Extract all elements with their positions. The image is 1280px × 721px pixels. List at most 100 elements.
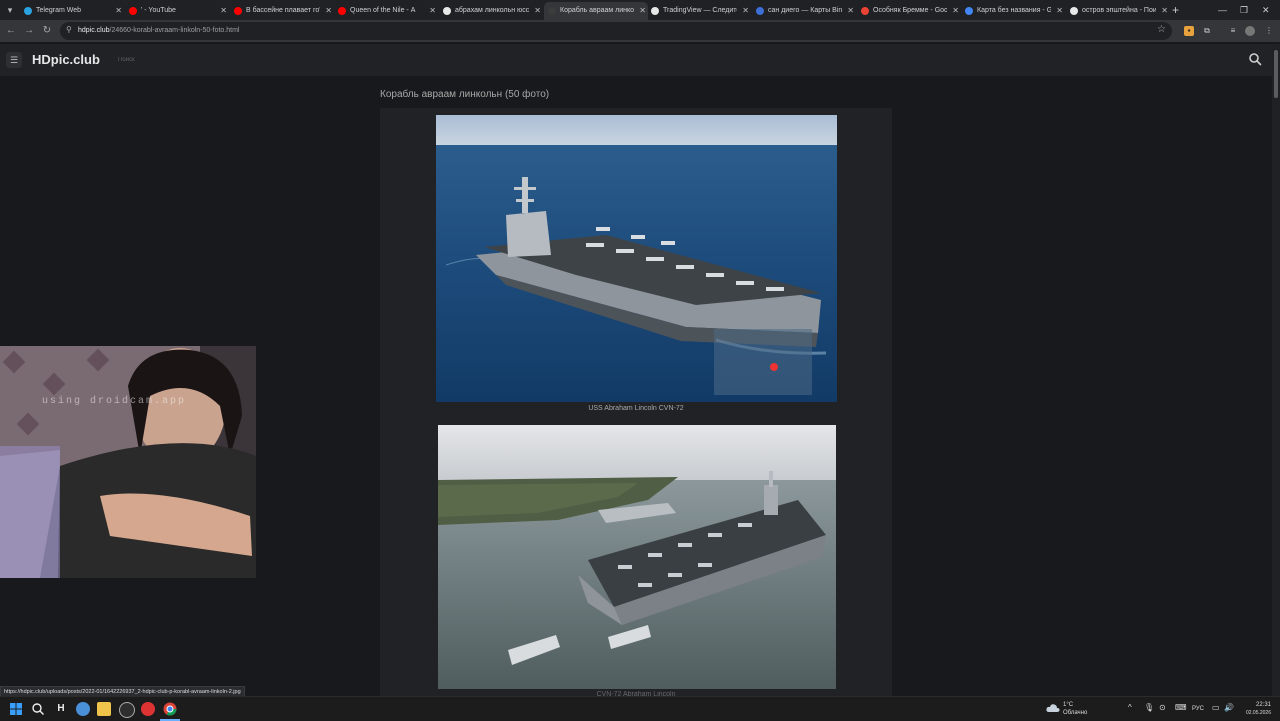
browser-tab[interactable]: Корабль авраам линкол ✕	[544, 2, 648, 20]
cursor-indicator	[770, 363, 778, 371]
widgets-icon[interactable]	[76, 702, 90, 716]
browser-tab[interactable]: Особняк Бремме - Goog ✕	[857, 2, 961, 20]
page-title: Корабль авраам линкольн (50 фото)	[380, 89, 550, 100]
tab-title: сан диего — Карты Bing	[768, 7, 842, 14]
recording-app-icon[interactable]	[141, 702, 155, 716]
site-logo[interactable]: HDpic.club	[32, 52, 100, 67]
tab-close-icon[interactable]: ✕	[429, 2, 436, 20]
url-text: hdpic.club/24660-korabl-avraam-linkoln-5…	[78, 27, 240, 34]
tab-close-icon[interactable]: ✕	[115, 2, 122, 20]
tab-favicon-icon	[651, 7, 659, 15]
address-bar[interactable]: ⚲ hdpic.club/24660-korabl-avraam-linkoln…	[60, 22, 1172, 40]
tab-title: В бассейне плавает го'н	[246, 7, 320, 14]
tab-favicon-icon	[129, 7, 137, 15]
browser-tab[interactable]: Queen of the Nile - А ✕	[334, 2, 438, 20]
tab-title: Карта без названия - Go	[977, 7, 1051, 14]
cloud-icon	[1046, 704, 1060, 712]
tab-title: остров эпштейна - Пои	[1082, 7, 1156, 14]
tab-close-icon[interactable]: ✕	[1161, 2, 1168, 20]
back-icon[interactable]: ←	[4, 24, 18, 38]
app-icon[interactable]	[119, 702, 135, 718]
extension-icon[interactable]: ▪	[1184, 26, 1194, 36]
keyboard-icon[interactable]: ⌨	[1175, 704, 1187, 712]
tab-close-icon[interactable]: ✕	[742, 2, 749, 20]
tab-close-icon[interactable]: ✕	[952, 2, 959, 20]
taskview-icon[interactable]: H	[54, 702, 68, 716]
menu-toggle-icon[interactable]: ☰	[6, 52, 22, 68]
scrollbar-thumb[interactable]	[1274, 50, 1278, 98]
aircraft-carrier-image	[436, 115, 837, 402]
tab-favicon-icon	[861, 7, 869, 15]
weather-temp: 1°C	[1063, 702, 1074, 708]
gallery-photo-2[interactable]	[438, 425, 836, 689]
file-explorer-icon[interactable]	[97, 702, 111, 716]
windows-start-icon[interactable]	[9, 702, 23, 716]
chrome-menu-icon[interactable]: ⋮	[1264, 26, 1274, 36]
windows-taskbar: H 1°C Облачно ^ 🎙 ⊙ ⌨ РУС ▭ 🔊 22:31 02.0…	[0, 696, 1280, 721]
site-info-icon[interactable]: ⚲	[66, 25, 72, 34]
profile-avatar[interactable]	[1245, 26, 1255, 36]
browser-tab[interactable]: абрахам линкольн юсс - ✕	[439, 2, 543, 20]
tab-favicon-icon	[1070, 7, 1078, 15]
page-scrollbar[interactable]	[1272, 44, 1280, 696]
taskbar-search-icon[interactable]	[31, 702, 45, 716]
tab-favicon-icon	[548, 7, 556, 15]
browser-tab[interactable]: сан диего — Карты Bing ✕	[752, 2, 856, 20]
clock-time: 22:31	[1255, 702, 1271, 708]
tab-title: Telegram Web	[36, 7, 82, 14]
media-controls-icon[interactable]: ≡	[1228, 26, 1238, 36]
clock-date: 02.05.2026	[1245, 710, 1271, 716]
browser-tab[interactable]: В бассейне плавает го'н ✕	[230, 2, 334, 20]
browser-toolbar: ← → ↻ ⚲ hdpic.club/24660-korabl-avraam-l…	[0, 20, 1280, 42]
weather-widget[interactable]: 1°C Облачно	[1063, 701, 1087, 717]
webcam-overlay: using droidcam.app	[0, 346, 256, 578]
tab-title: абрахам линкольн юсс -	[455, 7, 529, 14]
tab-title: TradingView — Следите	[663, 7, 737, 14]
browser-tab[interactable]: ' - YouTube ✕	[125, 2, 229, 20]
microphone-icon[interactable]: 🎙	[1144, 704, 1154, 712]
close-window-button[interactable]: ✕	[1262, 2, 1270, 18]
site-header: ☰ HDpic.club	[0, 44, 1272, 76]
tab-favicon-icon	[24, 7, 32, 15]
carrier-harbor-image	[438, 425, 836, 689]
search-icon[interactable]	[1248, 52, 1262, 66]
browser-tab[interactable]: остров эпштейна - Пои ✕	[1066, 2, 1170, 20]
browser-tab[interactable]: TradingView — Следите ✕	[647, 2, 751, 20]
tab-close-icon[interactable]: ✕	[534, 2, 541, 20]
tray-chevron-icon[interactable]: ^	[1128, 704, 1132, 712]
chrome-icon[interactable]	[163, 702, 177, 716]
webcam-feed-image	[0, 346, 256, 578]
forward-icon[interactable]: →	[22, 24, 36, 38]
browser-tab[interactable]: Карта без названия - Go ✕	[961, 2, 1065, 20]
reload-icon[interactable]: ↻	[40, 24, 54, 38]
clock[interactable]: 22:31 02.05.2026	[1241, 701, 1271, 717]
tab-search-icon[interactable]: ▾	[4, 4, 16, 16]
gallery-photo-1[interactable]	[436, 115, 837, 402]
tab-favicon-icon	[756, 7, 764, 15]
browser-tab[interactable]: Telegram Web ✕	[20, 2, 124, 20]
tab-close-icon[interactable]: ✕	[1056, 2, 1063, 20]
weather-desc: Облачно	[1063, 710, 1088, 716]
bookmark-star-icon[interactable]: ☆	[1157, 24, 1166, 35]
restore-button[interactable]: ❐	[1240, 2, 1248, 18]
tray-app-icon[interactable]: ⊙	[1159, 704, 1166, 712]
tab-title: ' - YouTube	[141, 7, 176, 14]
tab-close-icon[interactable]: ✕	[847, 2, 854, 20]
language-indicator[interactable]: РУС	[1192, 705, 1204, 713]
volume-icon[interactable]: 🔊	[1224, 704, 1234, 712]
photo-caption-1: USS Abraham Lincoln CVN-72	[588, 405, 684, 412]
tab-close-icon[interactable]: ✕	[639, 2, 646, 20]
tab-close-icon[interactable]: ✕	[220, 2, 227, 20]
network-icon[interactable]: ▭	[1212, 704, 1220, 712]
tab-favicon-icon	[338, 7, 346, 15]
extensions-puzzle-icon[interactable]: ⧉	[1202, 26, 1212, 36]
search-input[interactable]	[116, 52, 420, 68]
tab-strip: ▾ Telegram Web ✕ ' - YouTube ✕ В бассейне пл…	[0, 0, 1280, 20]
tab-favicon-icon	[443, 7, 451, 15]
new-tab-button[interactable]: +	[1172, 2, 1179, 18]
tab-favicon-icon	[234, 7, 242, 15]
tab-title: Особняк Бремме - Goog	[873, 7, 947, 14]
tab-title: Корабль авраам линкол	[560, 7, 634, 14]
minimize-button[interactable]: —	[1218, 2, 1227, 18]
tab-close-icon[interactable]: ✕	[325, 2, 332, 20]
